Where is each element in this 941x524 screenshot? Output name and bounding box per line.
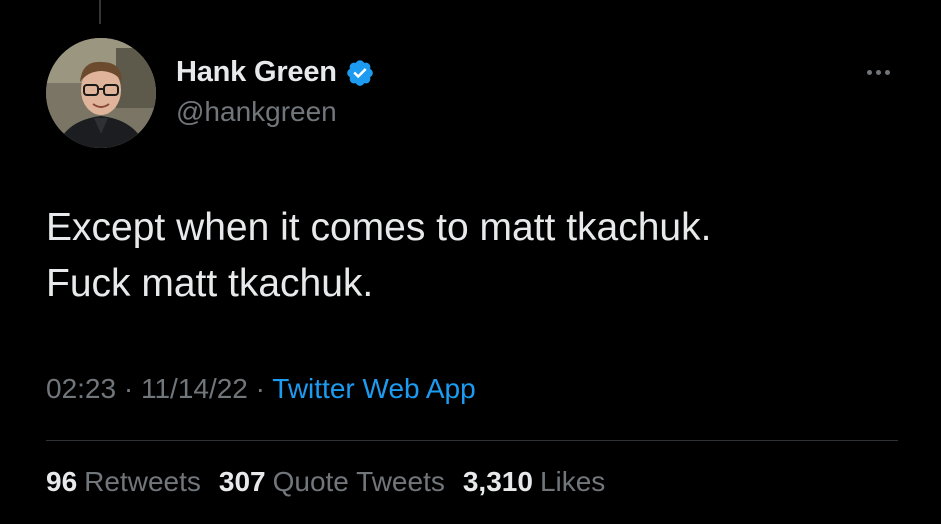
quote-tweets-stat[interactable]: 307 Quote Tweets <box>219 466 445 498</box>
tweet-text-line: Fuck matt tkachuk. <box>46 262 374 305</box>
meta-separator: · <box>123 373 134 404</box>
author-display-name[interactable]: Hank Green <box>176 56 337 89</box>
tweet-time[interactable]: 02:23 <box>46 373 116 404</box>
tweet-text-line: Except when it comes to matt tkachuk. <box>46 206 712 249</box>
tweet-source-link[interactable]: Twitter Web App <box>272 373 475 404</box>
retweets-count: 96 <box>46 466 78 497</box>
tweet-text: Except when it comes to matt tkachuk. Fu… <box>46 200 906 312</box>
quote-tweets-count: 307 <box>218 466 266 497</box>
verified-badge-icon <box>345 58 375 88</box>
retweets-label: Retweets <box>84 466 201 497</box>
more-horizontal-icon-dot <box>884 69 890 75</box>
more-horizontal-icon-dot <box>875 69 881 75</box>
divider <box>46 440 898 441</box>
tweet-date[interactable]: 11/14/22 <box>141 373 248 404</box>
avatar[interactable] <box>46 38 156 148</box>
likes-label: Likes <box>539 466 606 497</box>
tweet-metadata: 02:23 · 11/14/22 · Twitter Web App <box>46 373 476 405</box>
more-options-button[interactable] <box>858 60 898 84</box>
thread-connector-line <box>99 0 101 24</box>
author-name-row[interactable]: Hank Green <box>176 56 375 89</box>
retweets-stat[interactable]: 96 Retweets <box>46 466 201 498</box>
profile-photo <box>46 38 156 148</box>
more-horizontal-icon-dot <box>866 69 872 75</box>
likes-stat[interactable]: 3,310 Likes <box>463 466 605 498</box>
tweet-stats: 96 Retweets 307 Quote Tweets 3,310 Likes <box>46 466 605 498</box>
author-handle[interactable]: @hankgreen <box>176 96 337 128</box>
quote-tweets-label: Quote Tweets <box>272 466 445 497</box>
meta-separator: · <box>255 373 265 404</box>
likes-count: 3,310 <box>462 466 533 497</box>
